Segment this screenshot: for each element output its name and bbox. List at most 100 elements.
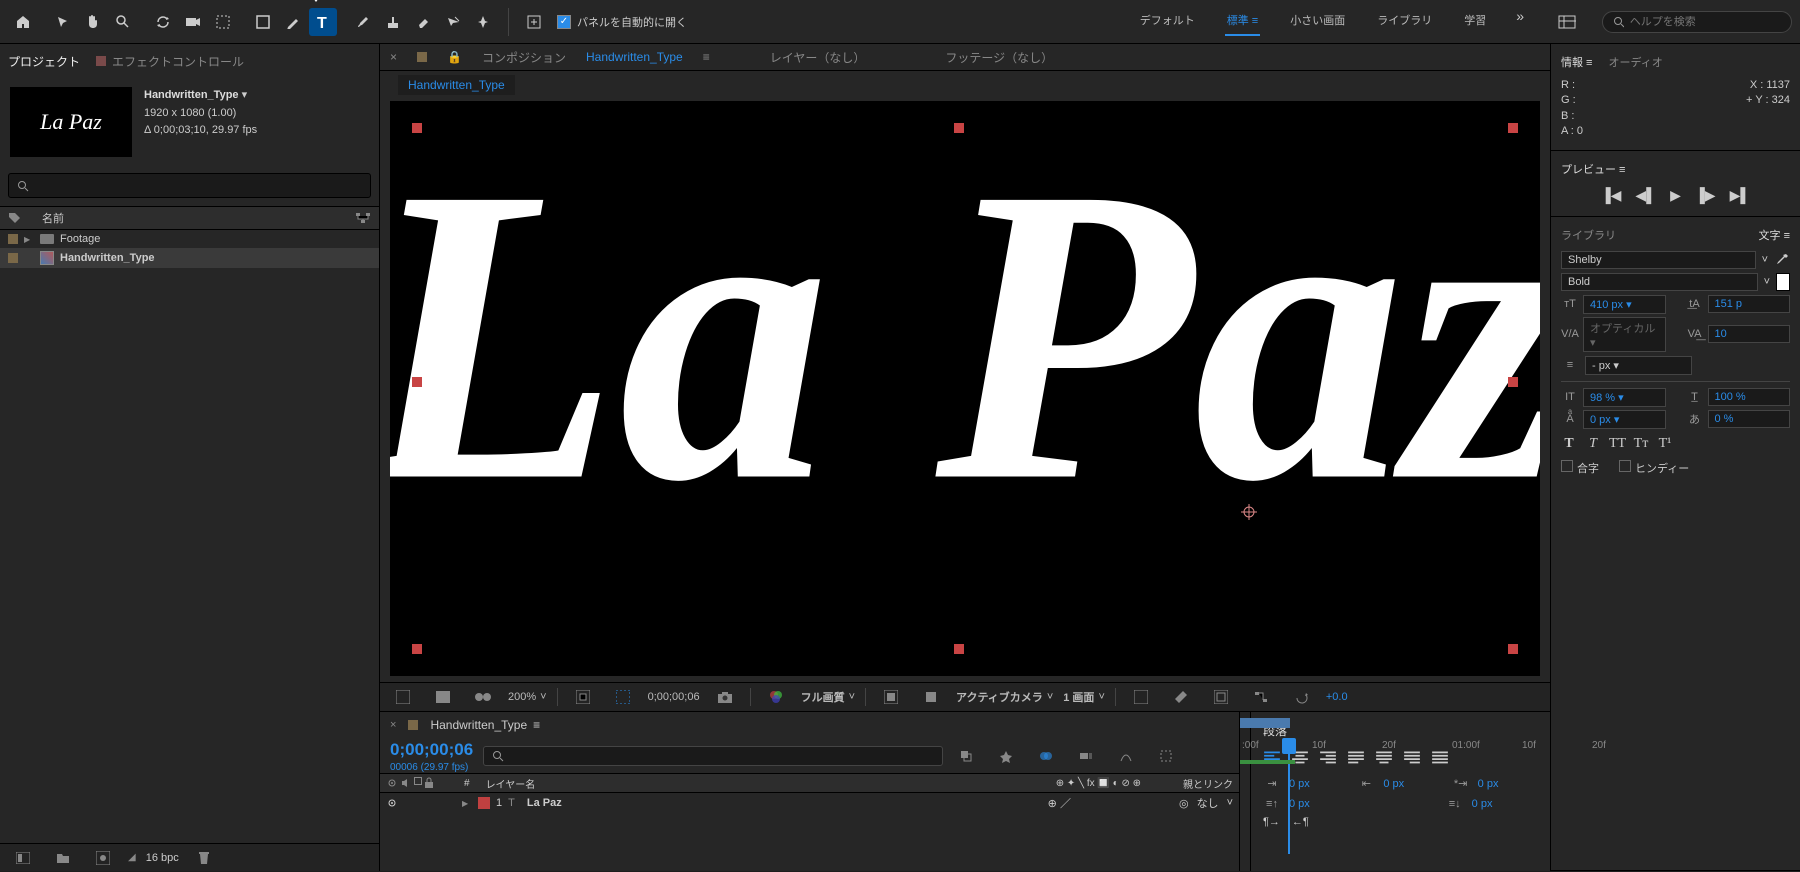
prev-frame-icon[interactable]: ◀▌ — [1635, 187, 1656, 204]
justify-left-icon[interactable] — [1347, 751, 1365, 765]
interpret-icon[interactable] — [9, 844, 37, 872]
superscript-btn[interactable]: T¹ — [1657, 436, 1673, 452]
smallcaps-btn[interactable]: Tᴛ — [1633, 436, 1649, 452]
tab-info[interactable]: 情報 ≡ — [1561, 54, 1592, 70]
resolution-icon[interactable] — [569, 683, 597, 711]
ligature-checkbox[interactable]: 合字 — [1561, 460, 1599, 476]
workspace-reset-icon[interactable] — [1553, 8, 1581, 36]
bold-btn[interactable]: T — [1561, 436, 1577, 452]
justify-center-icon[interactable] — [1375, 751, 1393, 765]
stroke-width-input[interactable]: - px ▾ — [1585, 356, 1692, 375]
ruler-icon[interactable] — [1167, 683, 1195, 711]
roi-icon[interactable] — [609, 683, 637, 711]
timeline-ruler-area[interactable]: :00f 10f 20f 01:00f 10f 20f — [1240, 712, 1250, 871]
timeline-search[interactable] — [483, 746, 943, 766]
help-search-input[interactable] — [1630, 16, 1781, 28]
comp-tab-name[interactable]: Handwritten_Type — [586, 50, 683, 64]
composition-viewer[interactable]: La Paz — [390, 101, 1540, 676]
font-family-select[interactable] — [1561, 251, 1756, 269]
trash-icon[interactable] — [190, 844, 218, 872]
mask-icon[interactable] — [469, 683, 497, 711]
allcaps-btn[interactable]: TT — [1609, 436, 1625, 452]
lock-icon[interactable]: 🔒 — [447, 50, 462, 64]
type-tool[interactable]: T — [309, 8, 337, 36]
camera-tool[interactable] — [179, 8, 207, 36]
tl-motionblur-icon[interactable] — [1072, 742, 1100, 770]
next-frame-icon[interactable]: ▐▶ — [1695, 187, 1716, 204]
channel-icon[interactable] — [762, 683, 790, 711]
tracking-input[interactable]: 10 — [1708, 325, 1791, 343]
workspace-learn[interactable]: 学習 — [1462, 8, 1488, 36]
viewer-time[interactable]: 0;00;00;06 — [648, 691, 700, 703]
snapshot-icon[interactable] — [711, 683, 739, 711]
comp-breadcrumb[interactable]: Handwritten_Type — [398, 75, 515, 95]
brush-tool[interactable] — [349, 8, 377, 36]
last-frame-icon[interactable]: ▶▌ — [1730, 187, 1751, 204]
project-item-folder[interactable]: ▶ Footage — [0, 230, 379, 248]
3d-icon[interactable] — [877, 683, 905, 711]
first-frame-icon[interactable]: ▐◀ — [1601, 187, 1622, 204]
timeline-tab[interactable]: Handwritten_Type ≡ — [430, 718, 540, 732]
exposure-value[interactable]: +0.0 — [1326, 691, 1348, 703]
tl-blend-icon[interactable] — [1032, 742, 1060, 770]
tl-marker-icon[interactable] — [1152, 742, 1180, 770]
fill-swatch[interactable] — [1776, 273, 1790, 291]
font-size-input[interactable]: 410 px ▾ — [1583, 295, 1666, 314]
timeline-time[interactable]: 0;00;00;06 — [380, 738, 483, 762]
orbit-tool[interactable] — [149, 8, 177, 36]
footage-tab[interactable]: フッテージ（なし） — [945, 49, 1053, 66]
tl-graph-icon[interactable] — [1112, 742, 1140, 770]
roto-tool[interactable] — [439, 8, 467, 36]
auto-open-checkbox[interactable]: ✓ パネルを自動的に開く — [557, 14, 687, 30]
text-dir-ltr[interactable]: ¶→ — [1263, 816, 1280, 828]
tab-audio[interactable]: オーディオ — [1608, 54, 1662, 70]
selection-tool[interactable] — [49, 8, 77, 36]
flow-icon[interactable] — [355, 212, 371, 224]
quality-select[interactable]: フル画質 ˅ — [801, 689, 855, 705]
workspace-standard[interactable]: 標準 ≡ — [1225, 8, 1260, 36]
justify-right-icon[interactable] — [1403, 751, 1421, 765]
baseline-input[interactable]: 0 px ▾ — [1583, 410, 1666, 429]
help-search[interactable] — [1602, 11, 1792, 33]
hindi-checkbox[interactable]: ヒンディー — [1619, 460, 1689, 476]
hscale-input[interactable]: 100 % — [1708, 388, 1791, 406]
eraser-tool[interactable] — [409, 8, 437, 36]
kerning-select[interactable]: オプティカル ▾ — [1583, 317, 1666, 352]
layer-tab[interactable]: レイヤー（なし） — [770, 49, 866, 66]
tl-shy-icon[interactable] — [992, 742, 1020, 770]
workspace-overflow[interactable]: » — [1516, 8, 1524, 36]
eye-icon[interactable] — [386, 797, 398, 809]
camera-select[interactable]: アクティブカメラ ˅ — [956, 689, 1053, 705]
safe-icon[interactable] — [1207, 683, 1235, 711]
tab-library[interactable]: ライブラリ — [1561, 227, 1616, 243]
flow-icon[interactable] — [1247, 683, 1275, 711]
bpc-label[interactable]: 16 bpc — [146, 852, 179, 864]
comp-thumbnail[interactable]: La Paz — [10, 87, 132, 157]
clone-tool[interactable] — [379, 8, 407, 36]
hand-tool[interactable] — [79, 8, 107, 36]
tag-icon[interactable] — [8, 212, 22, 224]
project-item-comp[interactable]: Handwritten_Type — [0, 248, 379, 268]
pan-behind-tool[interactable] — [209, 8, 237, 36]
workspace-default[interactable]: デフォルト — [1138, 8, 1197, 36]
comp-tab-close[interactable]: × — [390, 50, 397, 64]
project-search[interactable] — [8, 173, 371, 198]
tsume-input[interactable]: 0 % — [1708, 410, 1791, 428]
snap-icon[interactable] — [520, 8, 548, 36]
italic-btn[interactable]: T — [1585, 436, 1601, 452]
pin-tool[interactable] — [469, 8, 497, 36]
views-select[interactable]: 1 画面 ˅ — [1063, 689, 1105, 705]
folder-new-icon[interactable] — [49, 844, 77, 872]
workspace-library[interactable]: ライブラリ — [1375, 8, 1434, 36]
font-style-select[interactable] — [1561, 273, 1758, 291]
tab-project[interactable]: プロジェクト — [8, 50, 80, 73]
timeline-tab-close[interactable]: × — [390, 719, 396, 731]
justify-all-icon[interactable] — [1431, 751, 1449, 765]
timeline-layer-row[interactable]: ▶ 1 T La Paz ⊕ ／ ◎ なし ˅ — [380, 793, 1239, 813]
toggle-transparency-icon[interactable] — [429, 683, 457, 711]
rectangle-tool[interactable] — [249, 8, 277, 36]
tab-character[interactable]: 文字 ≡ — [1759, 227, 1790, 243]
tab-preview[interactable]: プレビュー ≡ — [1561, 161, 1625, 177]
play-icon[interactable]: ▶ — [1670, 187, 1681, 204]
leading-input[interactable]: 151 p — [1708, 295, 1791, 313]
